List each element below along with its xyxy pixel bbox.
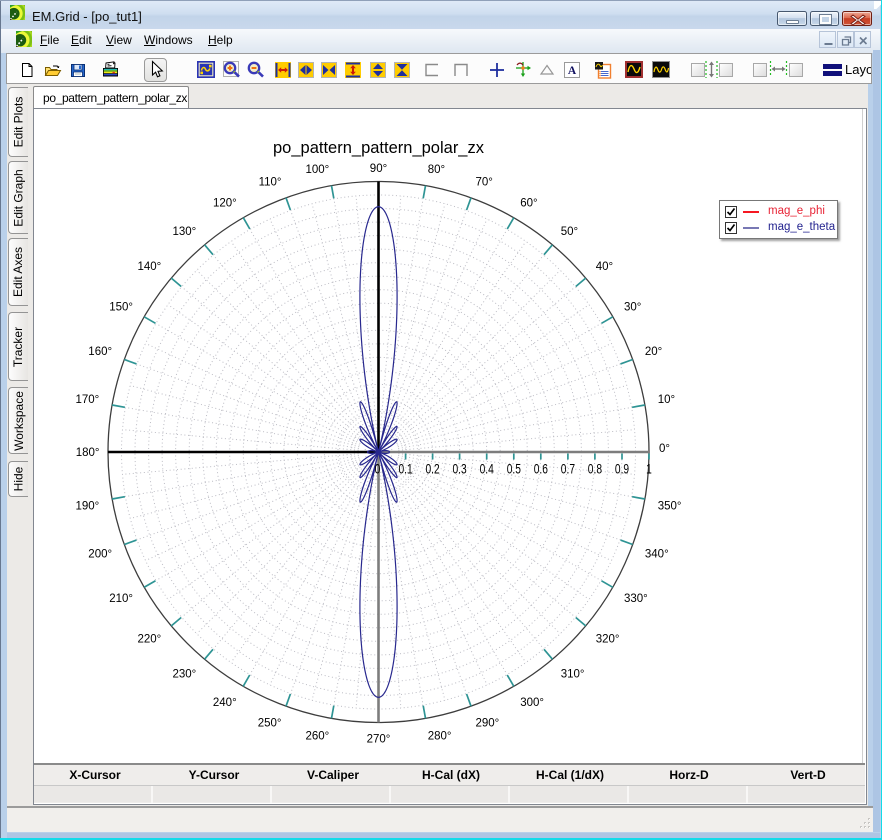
svg-text:250°: 250°	[258, 718, 282, 730]
svg-text:60°: 60°	[520, 198, 537, 210]
svg-text:0.6: 0.6	[534, 461, 548, 477]
svg-text:240°: 240°	[213, 697, 237, 709]
svg-text:70°: 70°	[476, 177, 493, 189]
svg-text:140°: 140°	[138, 261, 162, 273]
svg-text:0.4: 0.4	[480, 461, 494, 477]
svg-text:0.8: 0.8	[588, 461, 602, 477]
svg-text:0.2: 0.2	[425, 461, 439, 477]
svg-text:0°: 0°	[659, 443, 670, 455]
svg-text:300°: 300°	[520, 697, 544, 709]
svg-text:350°: 350°	[658, 501, 682, 513]
svg-text:180°: 180°	[76, 447, 100, 459]
svg-text:120°: 120°	[213, 198, 237, 210]
svg-text:330°: 330°	[624, 593, 648, 605]
svg-text:0.1: 0.1	[398, 461, 412, 477]
svg-text:280°: 280°	[428, 731, 452, 743]
svg-text:210°: 210°	[109, 593, 133, 605]
svg-text:200°: 200°	[88, 548, 112, 560]
svg-text:110°: 110°	[259, 177, 282, 189]
svg-text:160°: 160°	[88, 346, 112, 358]
svg-text:10°: 10°	[658, 394, 675, 406]
svg-text:0.7: 0.7	[561, 461, 575, 477]
svg-text:50°: 50°	[561, 226, 578, 238]
svg-text:190°: 190°	[76, 501, 100, 513]
svg-text:130°: 130°	[173, 226, 197, 238]
svg-text:1: 1	[646, 461, 652, 477]
svg-text:0.9: 0.9	[615, 461, 629, 477]
svg-text:230°: 230°	[173, 669, 197, 681]
svg-text:100°: 100°	[306, 164, 330, 176]
svg-text:30°: 30°	[624, 301, 641, 313]
svg-text:150°: 150°	[109, 301, 133, 313]
svg-text:0.5: 0.5	[507, 461, 521, 477]
svg-text:290°: 290°	[476, 718, 500, 730]
svg-text:80°: 80°	[428, 164, 445, 176]
svg-text:270°: 270°	[367, 733, 391, 745]
svg-text:0.3: 0.3	[452, 461, 466, 477]
svg-text:170°: 170°	[76, 394, 100, 406]
svg-text:po_pattern_pattern_polar_zx: po_pattern_pattern_polar_zx	[273, 139, 485, 157]
svg-text:20°: 20°	[645, 346, 662, 358]
svg-text:90°: 90°	[370, 163, 387, 175]
svg-text:220°: 220°	[138, 634, 162, 646]
svg-text:310°: 310°	[561, 669, 585, 681]
svg-text:0: 0	[375, 461, 381, 477]
svg-text:320°: 320°	[596, 634, 620, 646]
svg-text:A: A	[568, 65, 577, 77]
svg-text:260°: 260°	[306, 731, 330, 743]
svg-text:340°: 340°	[645, 548, 669, 560]
svg-text:40°: 40°	[596, 261, 613, 273]
